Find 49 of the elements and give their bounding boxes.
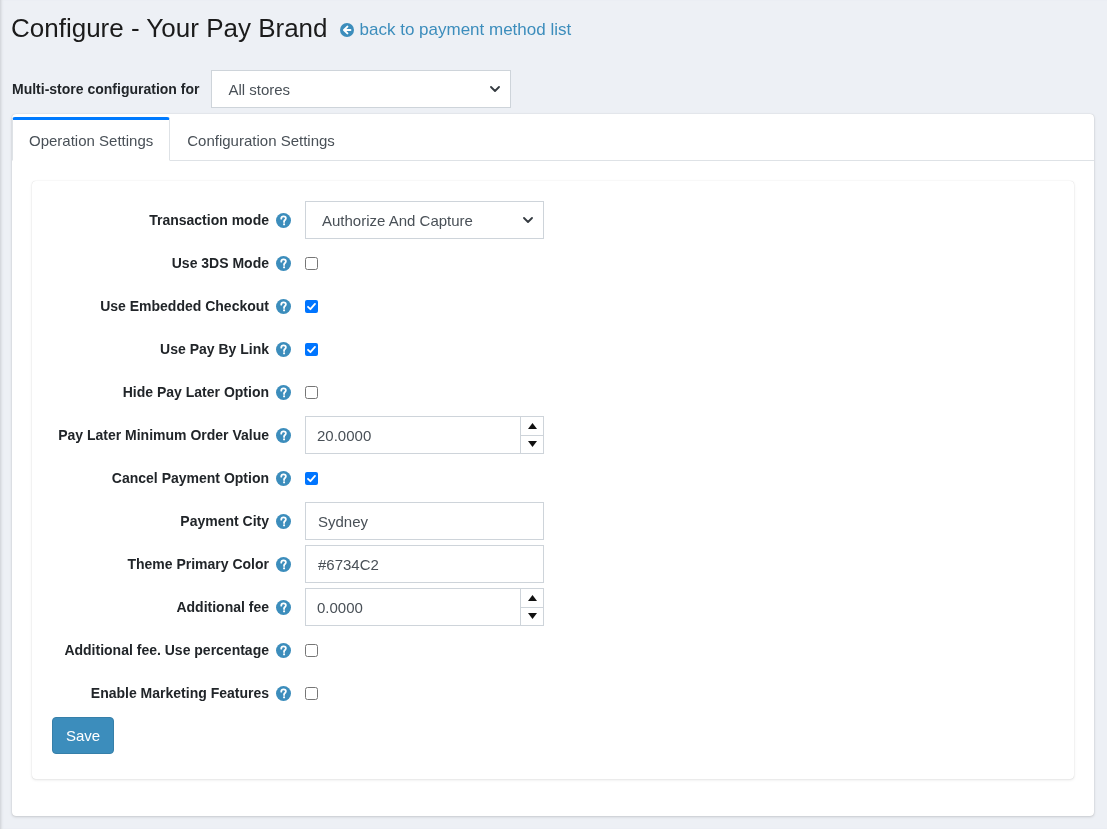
help-icon[interactable]	[276, 642, 291, 658]
help-icon[interactable]	[276, 513, 291, 529]
store-select[interactable]: All stores	[211, 70, 512, 108]
help-icon[interactable]	[276, 298, 291, 314]
checkbox[interactable]	[305, 385, 318, 399]
help-icon[interactable]	[276, 599, 291, 615]
page-title: Configure - Your Pay Brand	[11, 12, 328, 45]
checkbox[interactable]	[305, 342, 318, 356]
field-label: Enable Marketing Features	[90, 685, 269, 701]
checkbox[interactable]	[305, 643, 318, 657]
checkbox[interactable]	[305, 686, 318, 700]
field-label: Hide Pay Later Option	[122, 384, 269, 400]
save-button[interactable]: Save	[52, 717, 115, 754]
checkbox[interactable]	[305, 256, 318, 270]
chevron-down-icon	[490, 86, 501, 92]
field-label: Use Pay By Link	[160, 341, 269, 357]
down-triangle-icon	[527, 613, 537, 620]
help-icon[interactable]	[276, 427, 291, 443]
tab[interactable]: Configuration Settings	[170, 118, 352, 161]
left-arrow-circle-icon	[339, 23, 354, 37]
help-icon[interactable]	[276, 255, 291, 271]
text-field[interactable]: Sydney	[305, 502, 544, 540]
field-label: Payment City	[180, 513, 269, 529]
help-icon[interactable]	[276, 384, 291, 400]
tab[interactable]: Operation Settings	[12, 117, 171, 161]
help-icon[interactable]	[276, 341, 291, 357]
text-field[interactable]: #6734C2	[305, 545, 544, 583]
help-icon[interactable]	[276, 685, 291, 701]
help-icon[interactable]	[276, 556, 291, 572]
field-label: Theme Primary Color	[127, 556, 269, 572]
checkbox[interactable]	[305, 299, 318, 313]
field-label: Additional fee. Use percentage	[64, 642, 269, 658]
field-label: Use Embedded Checkout	[100, 298, 269, 314]
number-field[interactable]: 20.0000	[305, 416, 544, 454]
down-triangle-icon	[527, 441, 537, 448]
number-field[interactable]: 0.0000	[305, 588, 544, 626]
select-dropdown[interactable]: Authorize And Capture	[305, 201, 544, 239]
field-label: Use 3DS Mode	[171, 255, 269, 271]
field-label: Cancel Payment Option	[111, 470, 269, 486]
field-label: Additional fee	[176, 599, 269, 615]
help-icon[interactable]	[276, 470, 291, 486]
up-triangle-icon	[527, 422, 537, 429]
checkbox[interactable]	[305, 471, 318, 485]
field-label: Transaction mode	[149, 212, 269, 228]
store-scope-label: Multi-store configuration for	[12, 81, 200, 97]
field-label: Pay Later Minimum Order Value	[58, 427, 269, 443]
chevron-down-icon	[523, 217, 533, 223]
up-triangle-icon	[527, 594, 537, 601]
help-icon[interactable]	[276, 212, 291, 228]
